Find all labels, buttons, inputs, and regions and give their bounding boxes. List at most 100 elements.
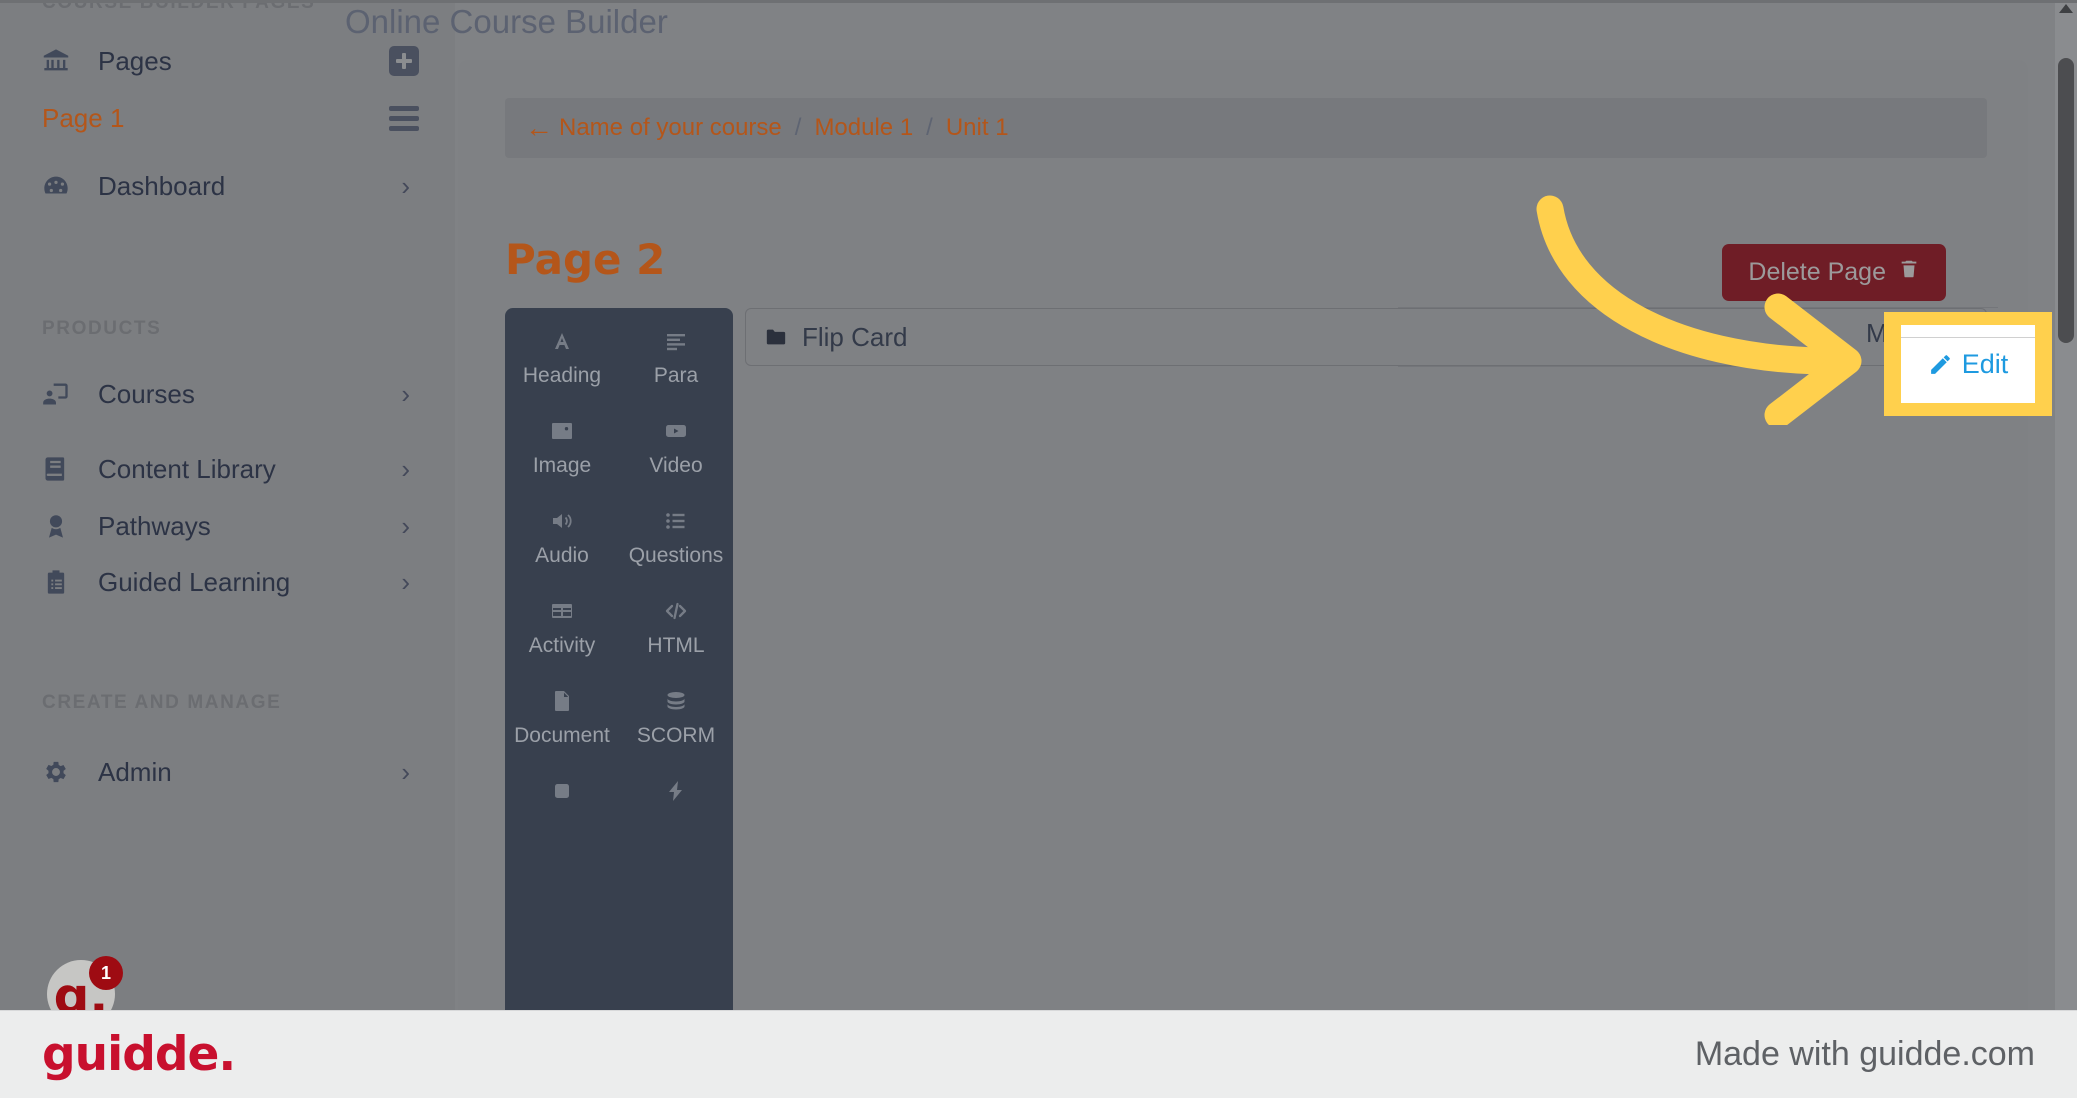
tool-html[interactable]: HTML	[619, 596, 733, 658]
page-menu-button[interactable]	[389, 105, 419, 131]
app-root: COURSE BUILDER PAGES Pages Page 1 Dashbo…	[0, 0, 2077, 1098]
lightning-bolt-icon	[664, 776, 688, 806]
sidebar-item-label: Page 1	[42, 102, 125, 133]
sidebar-section-course-builder-pages: COURSE BUILDER PAGES	[42, 0, 316, 13]
notification-badge: 1	[89, 956, 123, 990]
sidebar-item-pathways[interactable]: Pathways ›	[0, 498, 455, 554]
delete-page-label: Delete Page	[1748, 258, 1886, 286]
dimmed-app-area: COURSE BUILDER PAGES Pages Page 1 Dashbo…	[0, 0, 2077, 1010]
square-icon	[550, 776, 574, 806]
paragraph-lines-icon	[664, 326, 688, 356]
text-a-icon	[550, 326, 574, 356]
breadcrumb-separator: /	[794, 114, 802, 141]
guidde-avatar[interactable]: g. 1	[47, 956, 123, 1010]
chevron-right-icon: ›	[401, 567, 410, 597]
tool-lightning[interactable]	[619, 776, 733, 838]
breadcrumb-item-course[interactable]: Name of your course	[559, 114, 782, 142]
tool-document[interactable]: Document	[505, 686, 619, 748]
breadcrumb-separator: /	[926, 114, 933, 141]
hamburger-icon	[389, 105, 419, 131]
content-type-palette: Heading Para Image Video Audio Questions…	[505, 308, 733, 1010]
tool-square[interactable]	[505, 776, 619, 838]
tool-para[interactable]: Para	[619, 326, 733, 388]
tools-grid: Heading Para Image Video Audio Questions…	[505, 326, 733, 838]
edit-label: Edit	[1961, 348, 2009, 379]
row-divider-top	[1398, 307, 1998, 308]
main-content: Online Course Builder ← Name of your cou…	[345, 0, 2077, 1010]
tool-heading[interactable]: Heading	[505, 326, 619, 388]
app-title: Online Course Builder	[345, 3, 668, 40]
back-arrow-icon[interactable]: ←	[525, 114, 553, 142]
sidebar-item-label: Pages	[98, 45, 172, 76]
content-card: ← Name of your course / Module 1 / Unit …	[458, 60, 2028, 1010]
sidebar-item-label: Content Library	[98, 453, 276, 484]
content-item-row[interactable]: Flip Card	[745, 308, 1987, 366]
breadcrumb-item-unit[interactable]: Unit 1	[946, 114, 1009, 142]
video-icon	[664, 416, 688, 446]
chevron-right-icon: ›	[401, 511, 410, 541]
sidebar-item-pages[interactable]: Pages	[0, 33, 455, 89]
sidebar-item-content-library[interactable]: Content Library ›	[0, 441, 455, 497]
tool-label: SCORM	[636, 724, 716, 747]
trash-icon	[1898, 257, 1920, 288]
sidebar-item-courses[interactable]: Courses ›	[0, 366, 455, 422]
vertical-scrollbar[interactable]	[2055, 0, 2077, 1010]
edit-button[interactable]: Edit	[1901, 325, 2035, 403]
list-questions-icon	[664, 506, 688, 536]
table-grid-icon	[550, 596, 574, 626]
presentation-user-icon	[28, 380, 84, 408]
scrollbar-thumb[interactable]	[2058, 58, 2074, 343]
sidebar-item-label: Courses	[98, 378, 195, 409]
content-item-label: Flip Card	[802, 321, 908, 352]
sidebar-item-label: Guided Learning	[98, 566, 291, 597]
delete-page-button[interactable]: Delete Page	[1722, 244, 1946, 301]
page-title: Page 2	[505, 235, 666, 284]
tool-video[interactable]: Video	[619, 416, 733, 478]
book-icon	[28, 455, 84, 483]
plus-icon	[389, 46, 419, 76]
folder-icon	[764, 326, 788, 348]
footer-made-with-text: Made with guidde.com	[1694, 1035, 2035, 1073]
audio-speaker-icon	[550, 506, 574, 536]
tool-scorm[interactable]: SCORM	[619, 686, 733, 748]
guidde-logo: guidde.	[42, 1027, 236, 1082]
chevron-right-icon: ›	[401, 171, 410, 201]
tool-activity[interactable]: Activity	[505, 596, 619, 658]
tool-label: Document	[514, 724, 610, 747]
tool-label: Video	[649, 454, 703, 477]
scroll-up-arrow-icon[interactable]	[2059, 4, 2073, 13]
tool-label: Questions	[628, 544, 724, 567]
tool-label: HTML	[647, 634, 705, 657]
sidebar-item-label: Dashboard	[98, 170, 226, 201]
sidebar-item-dashboard[interactable]: Dashboard ›	[0, 158, 455, 214]
sidebar: COURSE BUILDER PAGES Pages Page 1 Dashbo…	[0, 0, 455, 1010]
sidebar-item-guided-learning[interactable]: Guided Learning ›	[0, 554, 455, 610]
tool-label: Activity	[528, 634, 596, 657]
breadcrumb: ← Name of your course / Module 1 / Unit …	[505, 98, 1987, 158]
image-icon	[550, 416, 574, 446]
edit-highlight-box: Edit	[1884, 312, 2052, 416]
clipboard-list-icon	[28, 568, 84, 596]
sidebar-item-page-1[interactable]: Page 1	[0, 90, 455, 146]
gear-icon	[28, 758, 84, 786]
code-brackets-icon	[663, 596, 689, 626]
tool-label: Audio	[535, 544, 589, 567]
sidebar-item-label: Admin	[98, 756, 172, 787]
document-file-icon	[550, 686, 574, 716]
bank-icon	[28, 47, 84, 75]
tool-questions[interactable]: Questions	[619, 506, 733, 568]
sidebar-item-label: Pathways	[98, 510, 211, 541]
tool-label: Image	[532, 454, 592, 477]
pencil-icon	[1928, 352, 1953, 377]
breadcrumb-item-module[interactable]: Module 1	[814, 114, 913, 142]
add-page-button[interactable]	[389, 46, 419, 76]
tool-label: Heading	[522, 364, 602, 387]
tool-label: Para	[653, 364, 699, 387]
chevron-right-icon: ›	[401, 379, 410, 409]
award-icon	[28, 512, 84, 540]
footer: guidde. Made with guidde.com	[0, 1010, 2077, 1098]
tool-image[interactable]: Image	[505, 416, 619, 478]
sidebar-item-admin[interactable]: Admin ›	[0, 744, 455, 800]
tool-audio[interactable]: Audio	[505, 506, 619, 568]
